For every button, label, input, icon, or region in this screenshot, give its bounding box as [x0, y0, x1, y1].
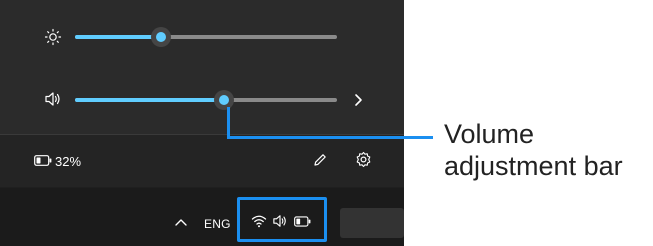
callout-line-vertical	[227, 107, 230, 139]
callout-label: Volume adjustment bar	[444, 118, 623, 182]
callout-label-line1: Volume	[444, 119, 535, 149]
callout-line-horizontal	[227, 136, 433, 139]
edit-icon[interactable]	[312, 152, 328, 168]
chevron-up-icon[interactable]	[174, 217, 188, 227]
battery-percentage: 32%	[55, 154, 82, 169]
brightness-slider-thumb[interactable]	[151, 27, 172, 47]
clock-area[interactable]	[340, 208, 404, 238]
settings-icon[interactable]	[355, 151, 372, 168]
volume-slider-fill	[75, 98, 225, 102]
chevron-right-icon[interactable]	[352, 93, 364, 107]
brightness-icon	[44, 28, 62, 46]
quick-settings-flyout	[0, 0, 404, 134]
quick-settings-window: 32% ENG	[0, 0, 404, 246]
brightness-slider[interactable]	[75, 27, 337, 47]
system-tray-highlight[interactable]	[237, 197, 327, 242]
brightness-slider-fill	[75, 35, 162, 39]
volume-icon	[45, 92, 60, 106]
callout-label-line2: adjustment bar	[444, 151, 623, 181]
language-indicator[interactable]: ENG	[204, 217, 231, 231]
volume-slider-thumb[interactable]	[214, 90, 235, 110]
battery-icon	[34, 155, 52, 166]
volume-slider[interactable]	[75, 90, 337, 110]
